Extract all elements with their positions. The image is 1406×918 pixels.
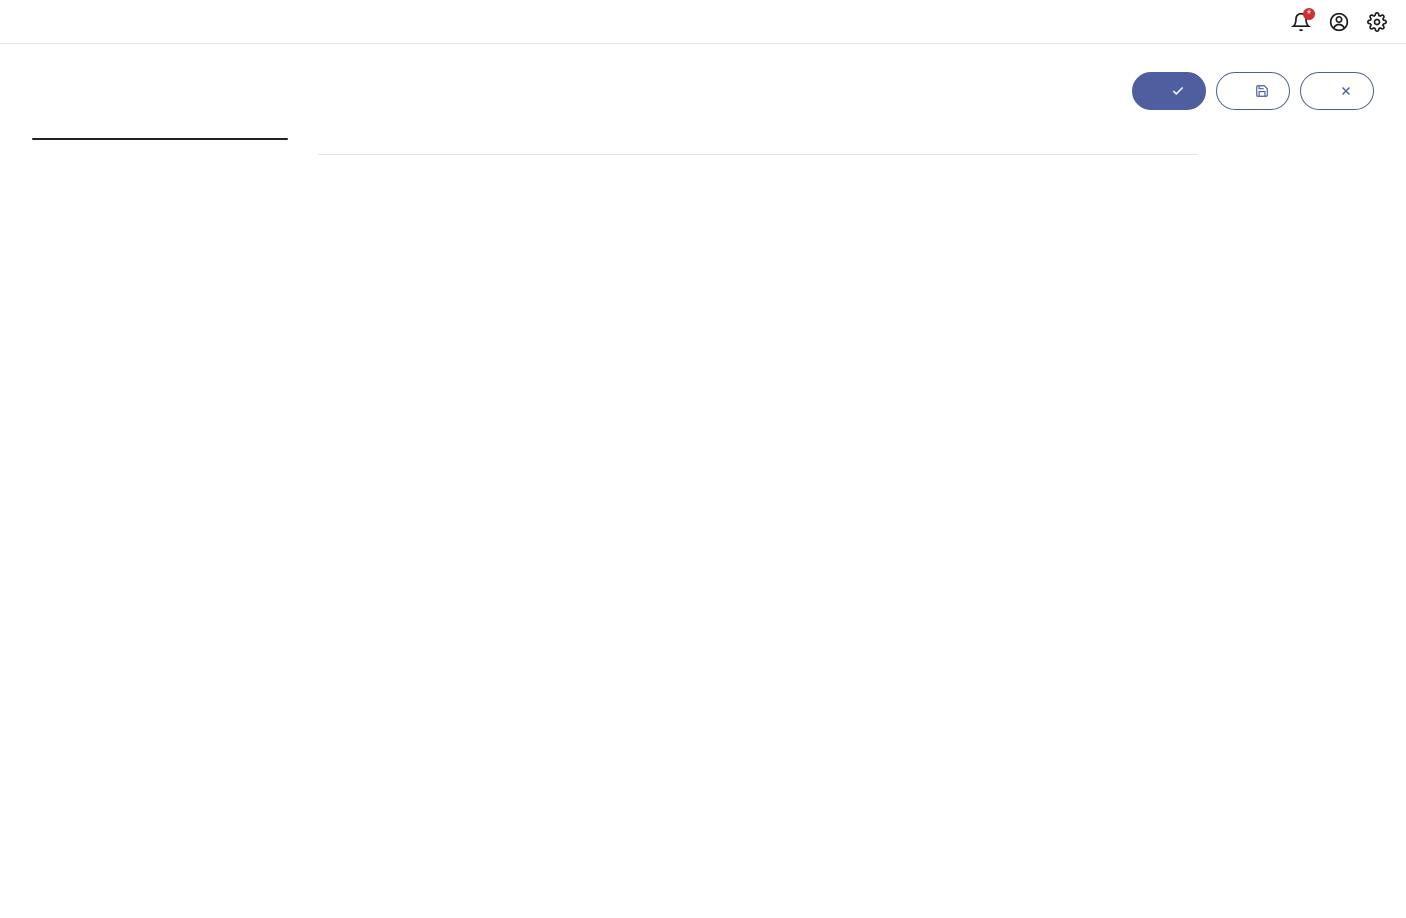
settings-icon[interactable]: [1366, 11, 1388, 33]
save-icon: [1255, 84, 1269, 98]
page-header: [32, 72, 1374, 110]
topbar: [0, 0, 1406, 44]
notifications-icon[interactable]: [1290, 11, 1312, 33]
close-icon: [1339, 84, 1353, 98]
check-icon: [1171, 84, 1185, 98]
sidebar: [32, 138, 288, 140]
divider: [318, 154, 1198, 155]
cancel-button[interactable]: [1300, 72, 1374, 110]
save-close-button[interactable]: [1216, 72, 1290, 110]
account-icon[interactable]: [1328, 11, 1350, 33]
save-button[interactable]: [1132, 72, 1206, 110]
content: [318, 138, 1198, 191]
action-buttons: [1132, 72, 1374, 110]
notification-badge: [1303, 8, 1315, 20]
